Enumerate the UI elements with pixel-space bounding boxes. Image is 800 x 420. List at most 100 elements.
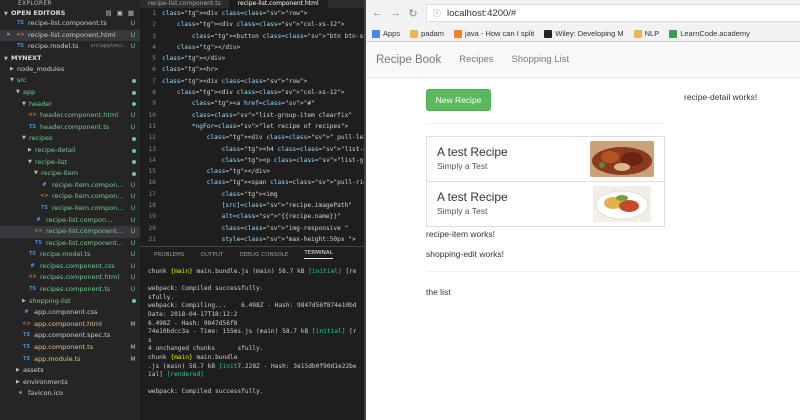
terminal-line: sfully.	[148, 293, 175, 301]
file-item[interactable]: # app.component.css	[0, 307, 140, 319]
code-area[interactable]: 1 class="tg"><div class=class="sv">"row">…	[140, 8, 364, 246]
panel-tabs: PROBLEMS OUTPUT DEBUG CONSOLE TERMINAL	[140, 247, 364, 262]
editor-tab[interactable]: recipe-list.component.html	[229, 0, 328, 8]
modified-dot-icon	[132, 148, 136, 153]
line-number: 2	[152, 21, 156, 29]
url-bar[interactable]: ⓘ localhost:4200/#	[426, 4, 800, 22]
file-item[interactable]: <> app.component.html M	[0, 319, 140, 331]
file-item[interactable]: TS app.component.ts M	[0, 342, 140, 354]
code-text: class="tg"><div class=class="sv">" pull-…	[206, 134, 364, 142]
forward-icon[interactable]: →	[390, 7, 401, 19]
bookmark-item[interactable]: Apps	[372, 29, 400, 38]
file-item[interactable]: <> recipe-list.component... U	[0, 226, 140, 238]
open-editor-item[interactable]: TS recipe-list.component.ts U	[0, 18, 140, 30]
code-line: 4 class="tg"></div>	[140, 42, 364, 53]
file-name: recipes.component.html	[40, 273, 120, 282]
nav-shopping-list[interactable]: Shopping List	[512, 54, 570, 65]
collapse-icon[interactable]: ▦	[128, 8, 134, 18]
git-status-badge: U	[130, 193, 136, 201]
new-file-icon[interactable]: ▤	[106, 8, 112, 18]
chevron-down-icon: ▼	[28, 158, 32, 165]
terminal-line: chunk {main} main.bundle	[148, 353, 238, 361]
editor-tabs: recipe-list.component.ts recipe-list.comp…	[140, 0, 364, 8]
file-item[interactable]: TS app.component.spec.ts	[0, 330, 140, 342]
nav-recipes[interactable]: Recipes	[459, 54, 493, 65]
code-line: 16 class="tg"><span class=class="sv">"pu…	[140, 177, 364, 188]
editor-tab[interactable]: recipe-list.component.ts	[140, 0, 230, 8]
code-line: 11 *ngFor=class="sv">"let recipe of reci…	[140, 121, 364, 132]
line-number: 19	[148, 213, 156, 221]
bookmark-item[interactable]: padam	[410, 29, 444, 38]
recipe-list-item[interactable]: A test Recipe Simply a Test	[426, 136, 665, 182]
file-name: src	[17, 76, 27, 85]
panel-tab-terminal[interactable]: TERMINAL	[304, 250, 333, 259]
new-recipe-button[interactable]: New Recipe	[426, 89, 491, 111]
css-file-icon: #	[42, 181, 47, 188]
folder-item[interactable]: ▶ node_modules	[0, 64, 140, 76]
folder-item[interactable]: ▼ recipe-item	[0, 168, 140, 180]
git-status-badge: U	[130, 43, 136, 51]
html-file-icon: <>	[16, 31, 25, 38]
open-editor-item[interactable]: TS recipe.model.ts src\app\reci... U	[0, 41, 140, 53]
line-number: 10	[148, 111, 156, 119]
folder-item[interactable]: ▼ recipes	[0, 133, 140, 145]
line-number: 12	[148, 134, 156, 142]
chevron-right-icon: ▶	[16, 367, 20, 374]
reload-icon[interactable]: ↻	[408, 7, 418, 20]
git-status-badge: M	[130, 320, 136, 328]
file-item[interactable]: TS recipes.component.ts U	[0, 284, 140, 296]
code-line: 15 class="tg"></div>	[140, 166, 364, 177]
file-item[interactable]: <> recipes.component.html U	[0, 272, 140, 284]
file-item[interactable]: # recipes.component.css U	[0, 261, 140, 273]
back-icon[interactable]: ←	[372, 7, 383, 19]
divider	[426, 271, 800, 272]
project-header[interactable]: ▼ MYNEXT	[0, 54, 140, 64]
git-status-badge: U	[130, 31, 136, 39]
file-tree: ▶ node_modules ▼ src ▼ app ▼ header <> header.com…	[0, 64, 140, 400]
folder-item[interactable]: ▶ environments	[0, 377, 140, 389]
file-item[interactable]: <> header.component.html U	[0, 110, 140, 122]
folder-item[interactable]: ▶ shopping-list	[0, 296, 140, 308]
file-item[interactable]: TS recipe-list.component... U	[0, 238, 140, 250]
spec-file-icon: TS	[22, 332, 30, 339]
recipe-description: Simply a Test	[437, 206, 488, 216]
file-item[interactable]: ★ favicon.ico	[0, 388, 140, 400]
folder-item[interactable]: ▼ src	[0, 75, 140, 87]
file-name: recipe-list.component.ts	[28, 19, 107, 27]
navbar-brand[interactable]: Recipe Book	[376, 54, 441, 66]
bookmark-item[interactable]: LearnCode.academy	[669, 29, 750, 38]
open-editors-header[interactable]: ▼ OPEN EDITORS ▤ ▣ ▦	[0, 8, 140, 18]
info-icon[interactable]: ⓘ	[433, 8, 441, 19]
code-text: class="tg"><img	[221, 190, 278, 198]
terminal-output[interactable]: chunk {main} main.bundle.js (main) 58.7 …	[140, 262, 364, 403]
panel-tab-debug-console[interactable]: DEBUG CONSOLE	[239, 252, 288, 258]
save-all-icon[interactable]: ▣	[117, 8, 123, 18]
file-item[interactable]: TS recipe.model.ts U	[0, 249, 140, 261]
chevron-right-icon: ▶	[16, 378, 20, 385]
bookmark-item[interactable]: Wiley: Developing M	[544, 29, 624, 38]
code-line: 8 class="tg"><div class=class="sv">"col-…	[140, 87, 364, 98]
typescript-file-icon: TS	[28, 251, 36, 258]
bookmark-item[interactable]: NLP	[633, 29, 659, 38]
code-text: *ngFor=class="sv">"let recipe of recipes…	[191, 122, 349, 130]
folder-item[interactable]: ▶ assets	[0, 365, 140, 377]
folder-item[interactable]: ▼ header	[0, 99, 140, 111]
panel-tab-problems[interactable]: PROBLEMS	[154, 252, 185, 258]
folder-item[interactable]: ▶ recipe-detail	[0, 145, 140, 157]
file-item[interactable]: <> recipe-item.compon... U	[0, 191, 140, 203]
html-file-icon: <>	[34, 228, 43, 235]
open-editor-item[interactable]: ✕ <> recipe-list.component.html U	[0, 29, 140, 42]
recipe-list-item[interactable]: A test Recipe Simply a Test	[426, 181, 665, 227]
file-item[interactable]: TS recipe-item.compon... U	[0, 203, 140, 215]
file-item[interactable]: # recipe-item.compon... U	[0, 180, 140, 192]
bookmark-item[interactable]: java - How can I split	[454, 29, 534, 38]
folder-item[interactable]: ▼ recipe-list	[0, 157, 140, 169]
panel-tab-output[interactable]: OUTPUT	[201, 252, 224, 258]
chevron-down-icon: ▼	[4, 56, 8, 63]
file-item[interactable]: # recipe-list.compon... U	[0, 215, 140, 227]
folder-item[interactable]: ▼ app	[0, 87, 140, 99]
file-item[interactable]: TS header.component.ts U	[0, 122, 140, 134]
close-icon[interactable]: ✕	[4, 30, 13, 42]
file-item[interactable]: TS app.module.ts M	[0, 354, 140, 366]
terminal-line: 4 unchanged chunks sfully.	[148, 345, 264, 353]
